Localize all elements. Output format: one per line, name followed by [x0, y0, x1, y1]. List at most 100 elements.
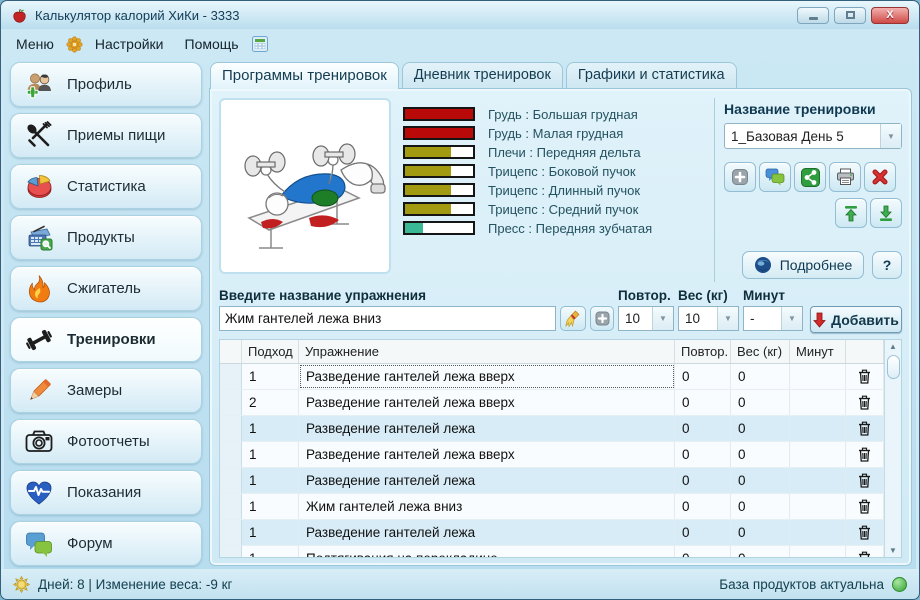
cell-minutes[interactable]	[790, 520, 846, 545]
cell-minutes[interactable]	[790, 364, 846, 389]
cell-minutes[interactable]	[790, 416, 846, 441]
menu-item-settings[interactable]: Настройки	[92, 34, 167, 54]
sidebar-item-products[interactable]: Продукты	[10, 215, 202, 260]
row-selector-cell[interactable]	[220, 520, 242, 545]
details-button[interactable]: Подробнее	[742, 251, 864, 279]
scroll-down-icon[interactable]: ▼	[889, 544, 897, 557]
cell-set[interactable]: 1	[242, 546, 299, 558]
row-selector-cell[interactable]	[220, 390, 242, 415]
delete-row-button[interactable]	[846, 416, 884, 441]
chevron-down-icon[interactable]: ▼	[781, 307, 802, 330]
row-selector-cell[interactable]	[220, 494, 242, 519]
share-button[interactable]	[794, 162, 826, 192]
upload-button[interactable]	[835, 198, 867, 228]
cell-exercise[interactable]: Разведение гантелей лежа вверх	[299, 390, 675, 415]
cell-reps[interactable]: 0	[675, 416, 731, 441]
delete-row-button[interactable]	[846, 390, 884, 415]
sidebar-item-readings[interactable]: Показания	[10, 470, 202, 515]
sidebar-item-forum[interactable]: Форум	[10, 521, 202, 566]
cell-minutes[interactable]	[790, 442, 846, 467]
add-button[interactable]: Добавить	[810, 306, 902, 333]
cell-reps[interactable]: 0	[675, 442, 731, 467]
cell-weight[interactable]: 0	[731, 468, 790, 493]
scroll-up-icon[interactable]: ▲	[889, 340, 897, 353]
cell-exercise[interactable]: Разведение гантелей лежа вверх	[299, 364, 675, 389]
cell-weight[interactable]: 0	[731, 390, 790, 415]
cell-weight[interactable]: 0	[731, 546, 790, 558]
minimize-button[interactable]	[797, 7, 829, 24]
weight-select[interactable]: 10 ▼	[678, 306, 739, 331]
download-button[interactable]	[870, 198, 902, 228]
cell-weight[interactable]: 0	[731, 442, 790, 467]
chevron-down-icon[interactable]: ▼	[717, 307, 738, 330]
row-selector-cell[interactable]	[220, 546, 242, 558]
cell-exercise[interactable]: Разведение гантелей лежа вверх	[299, 442, 675, 467]
table-row[interactable]: 1 Разведение гантелей лежа 0 0	[220, 520, 884, 546]
cell-reps[interactable]: 0	[675, 390, 731, 415]
delete-row-button[interactable]	[846, 520, 884, 545]
row-selector-cell[interactable]	[220, 416, 242, 441]
cell-weight[interactable]: 0	[731, 416, 790, 441]
minutes-select[interactable]: - ▼	[743, 306, 803, 331]
cell-exercise[interactable]: Разведение гантелей лежа	[299, 468, 675, 493]
tab-training-programs[interactable]: Программы тренировок	[210, 62, 399, 89]
sidebar-item-statistics[interactable]: Статистика	[10, 164, 202, 209]
cell-exercise[interactable]: Жим гантелей лежа вниз	[299, 494, 675, 519]
table-row[interactable]: 1 Разведение гантелей лежа вверх 0 0	[220, 364, 884, 390]
add-exercise-to-list-button[interactable]	[590, 306, 614, 331]
add-training-button[interactable]	[724, 162, 756, 192]
menu-item-help[interactable]: Помощь	[182, 34, 242, 54]
sidebar-item-profile[interactable]: Профиль	[10, 62, 202, 107]
cell-set[interactable]: 1	[242, 520, 299, 545]
clear-input-button[interactable]	[560, 306, 586, 331]
menu-item-menu[interactable]: Меню	[13, 34, 57, 54]
chevron-down-icon[interactable]: ▼	[652, 307, 673, 330]
tab-training-diary[interactable]: Дневник тренировок	[402, 62, 563, 89]
reps-select[interactable]: 10 ▼	[618, 306, 674, 331]
cell-reps[interactable]: 0	[675, 520, 731, 545]
cell-set[interactable]: 1	[242, 468, 299, 493]
cell-reps[interactable]: 0	[675, 468, 731, 493]
calculator-icon[interactable]	[251, 35, 269, 53]
cell-exercise[interactable]: Разведение гантелей лежа	[299, 416, 675, 441]
close-button[interactable]: X	[871, 7, 909, 24]
cell-set[interactable]: 1	[242, 494, 299, 519]
row-selector-cell[interactable]	[220, 442, 242, 467]
sidebar-item-burner[interactable]: Сжигатель	[10, 266, 202, 311]
delete-row-button[interactable]	[846, 494, 884, 519]
table-row[interactable]: 1 Разведение гантелей лежа 0 0	[220, 416, 884, 442]
tab-charts-statistics[interactable]: Графики и статистика	[566, 62, 737, 89]
cell-weight[interactable]: 0	[731, 364, 790, 389]
cell-set[interactable]: 1	[242, 364, 299, 389]
table-scrollbar[interactable]: ▲ ▼	[884, 340, 901, 557]
cell-reps[interactable]: 0	[675, 364, 731, 389]
cell-set[interactable]: 1	[242, 442, 299, 467]
delete-row-button[interactable]	[846, 442, 884, 467]
cell-exercise[interactable]: Подтягивания на перекладине	[299, 546, 675, 558]
delete-row-button[interactable]	[846, 364, 884, 389]
cell-reps[interactable]: 0	[675, 546, 731, 558]
row-selector-cell[interactable]	[220, 364, 242, 389]
table-row[interactable]: 1 Жим гантелей лежа вниз 0 0	[220, 494, 884, 520]
cell-weight[interactable]: 0	[731, 520, 790, 545]
cell-minutes[interactable]	[790, 494, 846, 519]
chevron-down-icon[interactable]: ▼	[880, 124, 901, 148]
training-name-select[interactable]: 1_Базовая День 5 ▼	[724, 123, 902, 149]
cell-weight[interactable]: 0	[731, 494, 790, 519]
maximize-button[interactable]	[834, 7, 866, 24]
sidebar-item-meals[interactable]: Приемы пищи	[10, 113, 202, 158]
print-button[interactable]	[829, 162, 861, 192]
sidebar-item-workouts[interactable]: Тренировки	[10, 317, 202, 362]
table-row[interactable]: 1 Разведение гантелей лежа вверх 0 0	[220, 442, 884, 468]
scrollbar-thumb[interactable]	[887, 355, 900, 379]
table-row[interactable]: 2 Разведение гантелей лежа вверх 0 0	[220, 390, 884, 416]
exercise-name-input[interactable]	[219, 306, 556, 331]
cell-set[interactable]: 1	[242, 416, 299, 441]
cell-minutes[interactable]	[790, 468, 846, 493]
cell-minutes[interactable]	[790, 390, 846, 415]
table-row[interactable]: 1 Подтягивания на перекладине 0 0	[220, 546, 884, 558]
sidebar-item-photo-reports[interactable]: Фотоотчеты	[10, 419, 202, 464]
cell-reps[interactable]: 0	[675, 494, 731, 519]
table-row[interactable]: 1 Разведение гантелей лежа 0 0	[220, 468, 884, 494]
comments-button[interactable]	[759, 162, 791, 192]
